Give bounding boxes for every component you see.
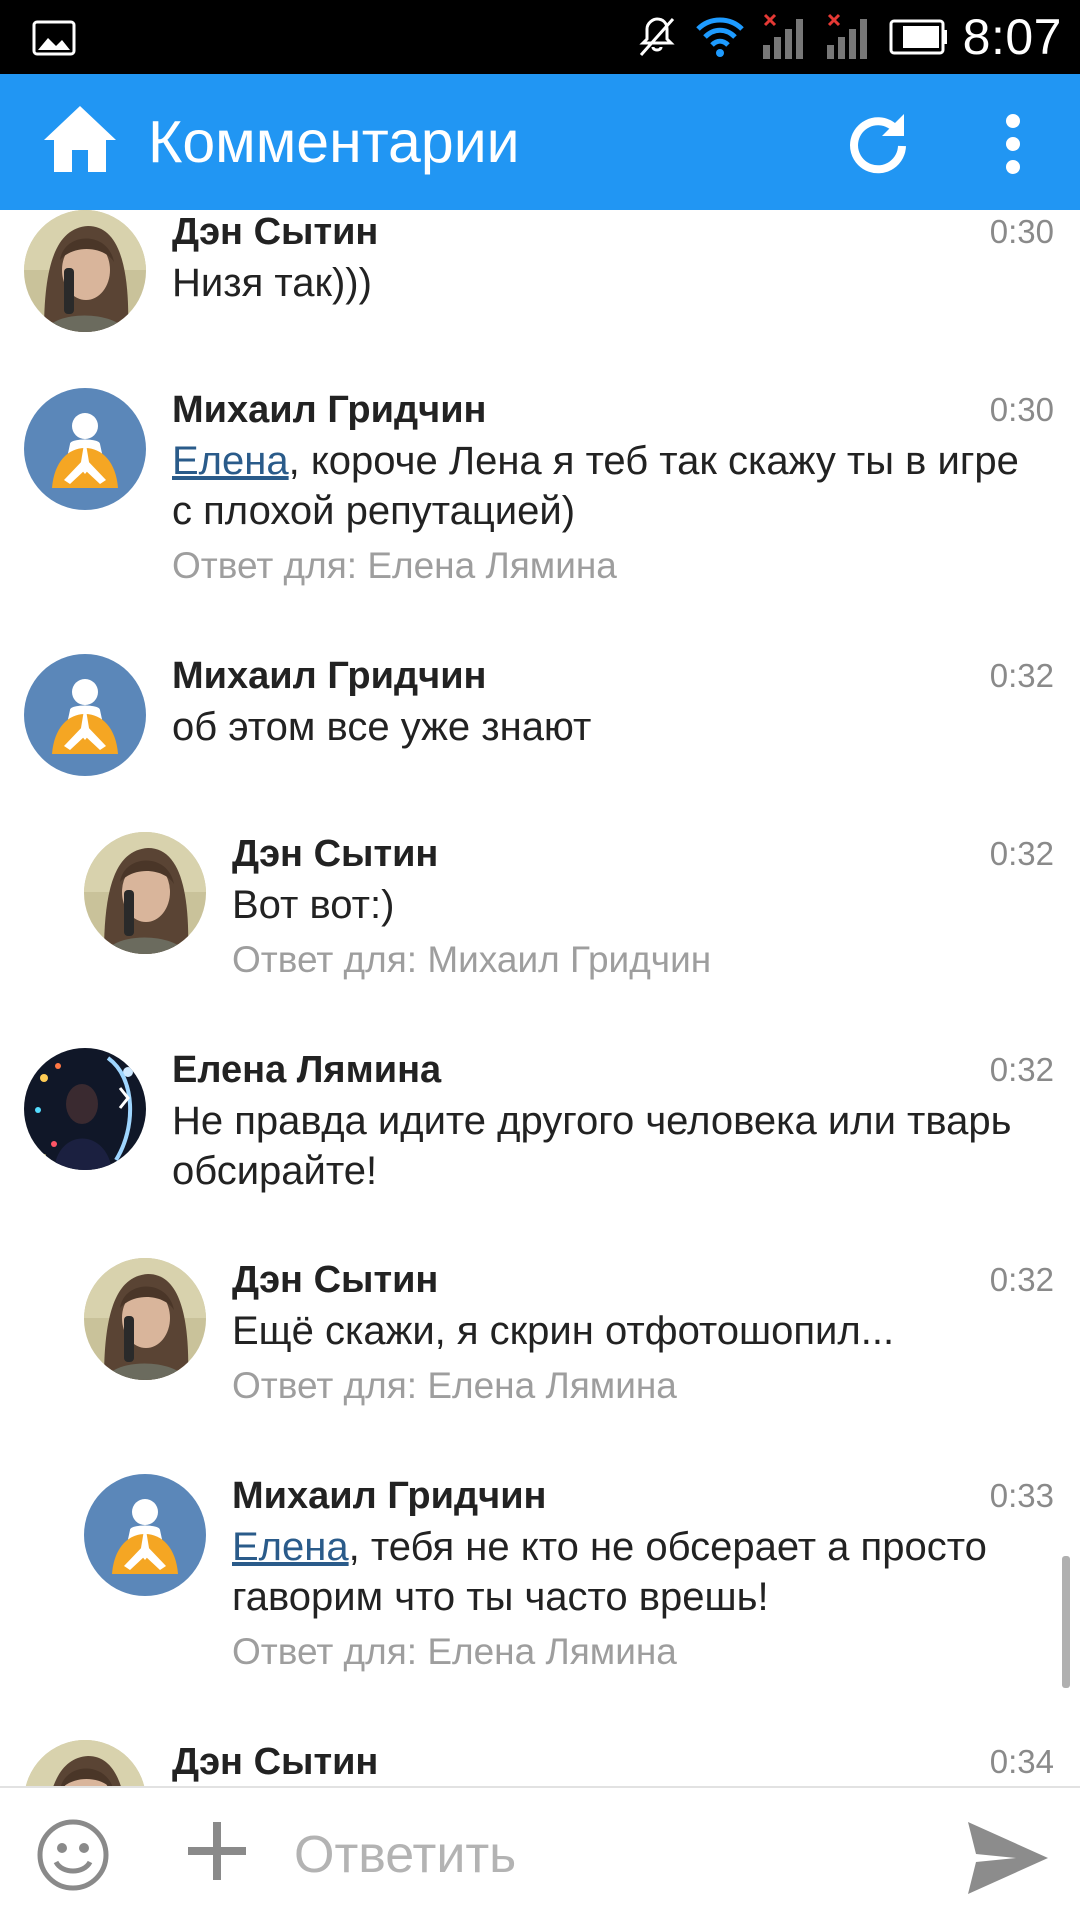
avatar[interactable] [24, 1740, 146, 1786]
comment-text: Елена, короче Лена я теб так скажу ты в … [172, 436, 1042, 536]
comment-time: 0:33 [989, 1477, 1054, 1514]
comment-author[interactable]: Дэн Сытин [232, 1258, 438, 1302]
more-vert-icon[interactable] [998, 112, 1028, 176]
comment-time: 0:32 [989, 835, 1054, 872]
wifi-icon [695, 17, 744, 57]
signal-no-service-icon [826, 13, 867, 59]
avatar[interactable] [24, 1048, 146, 1170]
avatar[interactable] [24, 654, 146, 776]
comment-time: 0:30 [989, 391, 1054, 428]
refresh-icon[interactable] [846, 110, 910, 174]
comment-time: 0:30 [989, 213, 1054, 250]
comment-author[interactable]: Дэн Сытин [232, 832, 438, 876]
comment-text-body: , короче Лена я теб так скажу ты в игре … [172, 439, 1019, 533]
signal-no-service-icon [762, 13, 803, 59]
reply-to-label[interactable]: Ответ для: Елена Лямина [232, 1364, 677, 1408]
comment-time: 0:34 [989, 1743, 1054, 1780]
status-icons: 8:07 [619, 0, 1080, 74]
status-bar: 8:07 [0, 0, 1080, 74]
mention-link[interactable]: Елена [172, 439, 289, 483]
reply-to-label[interactable]: Ответ для: Елена Лямина [232, 1630, 677, 1674]
battery-icon [889, 19, 947, 55]
comment-text: Низя так))) [172, 261, 372, 305]
mention-link[interactable]: Елена [232, 1525, 349, 1569]
reply-input[interactable] [292, 1812, 936, 1898]
comment-text: Елена, тебя не кто не обсерает а просто … [232, 1522, 1042, 1622]
home-icon[interactable] [42, 104, 118, 174]
comment-time: 0:32 [989, 1051, 1054, 1088]
comment-author[interactable]: Дэн Сытин [172, 1740, 378, 1784]
page-title: Комментарии [148, 109, 520, 175]
reply-to-label[interactable]: Ответ для: Елена Лямина [172, 544, 617, 588]
mute-icon [639, 17, 675, 56]
add-icon[interactable] [186, 1820, 248, 1882]
avatar[interactable] [24, 210, 146, 332]
comment-time: 0:32 [989, 657, 1054, 694]
avatar[interactable] [84, 1474, 206, 1596]
avatar[interactable] [84, 1258, 206, 1380]
avatar[interactable] [24, 388, 146, 510]
app-bar: Комментарии [0, 74, 1080, 210]
comment-text: Вот вот:) [232, 883, 395, 927]
send-icon[interactable] [966, 1820, 1050, 1896]
scrollbar[interactable] [1062, 1556, 1070, 1688]
status-time: 8:07 [962, 9, 1062, 65]
comment-author[interactable]: Дэн Сытин [172, 210, 378, 254]
comment-time: 0:32 [989, 1261, 1054, 1298]
avatar[interactable] [84, 832, 206, 954]
reply-bar [0, 1786, 1080, 1922]
comment-author[interactable]: Михаил Гридчин [172, 388, 487, 432]
comments-list[interactable]: Дэн Сытин 0:30 Низя так))) Михаил Гридчи… [0, 210, 1080, 1786]
comment-text: об этом все уже знают [172, 705, 592, 749]
reply-to-label[interactable]: Ответ для: Михаил Гридчин [232, 938, 711, 982]
comment-author[interactable]: Михаил Гридчин [232, 1474, 547, 1518]
comment-text: Не правда идите другого человека или тва… [172, 1099, 1012, 1193]
comment-text: Ещё скажи, я скрин отфотошопил... [232, 1309, 895, 1353]
comment-author[interactable]: Михаил Гридчин [172, 654, 487, 698]
comment-author[interactable]: Елена Лямина [172, 1048, 441, 1092]
emoji-icon[interactable] [36, 1818, 110, 1892]
gallery-icon [32, 20, 76, 56]
